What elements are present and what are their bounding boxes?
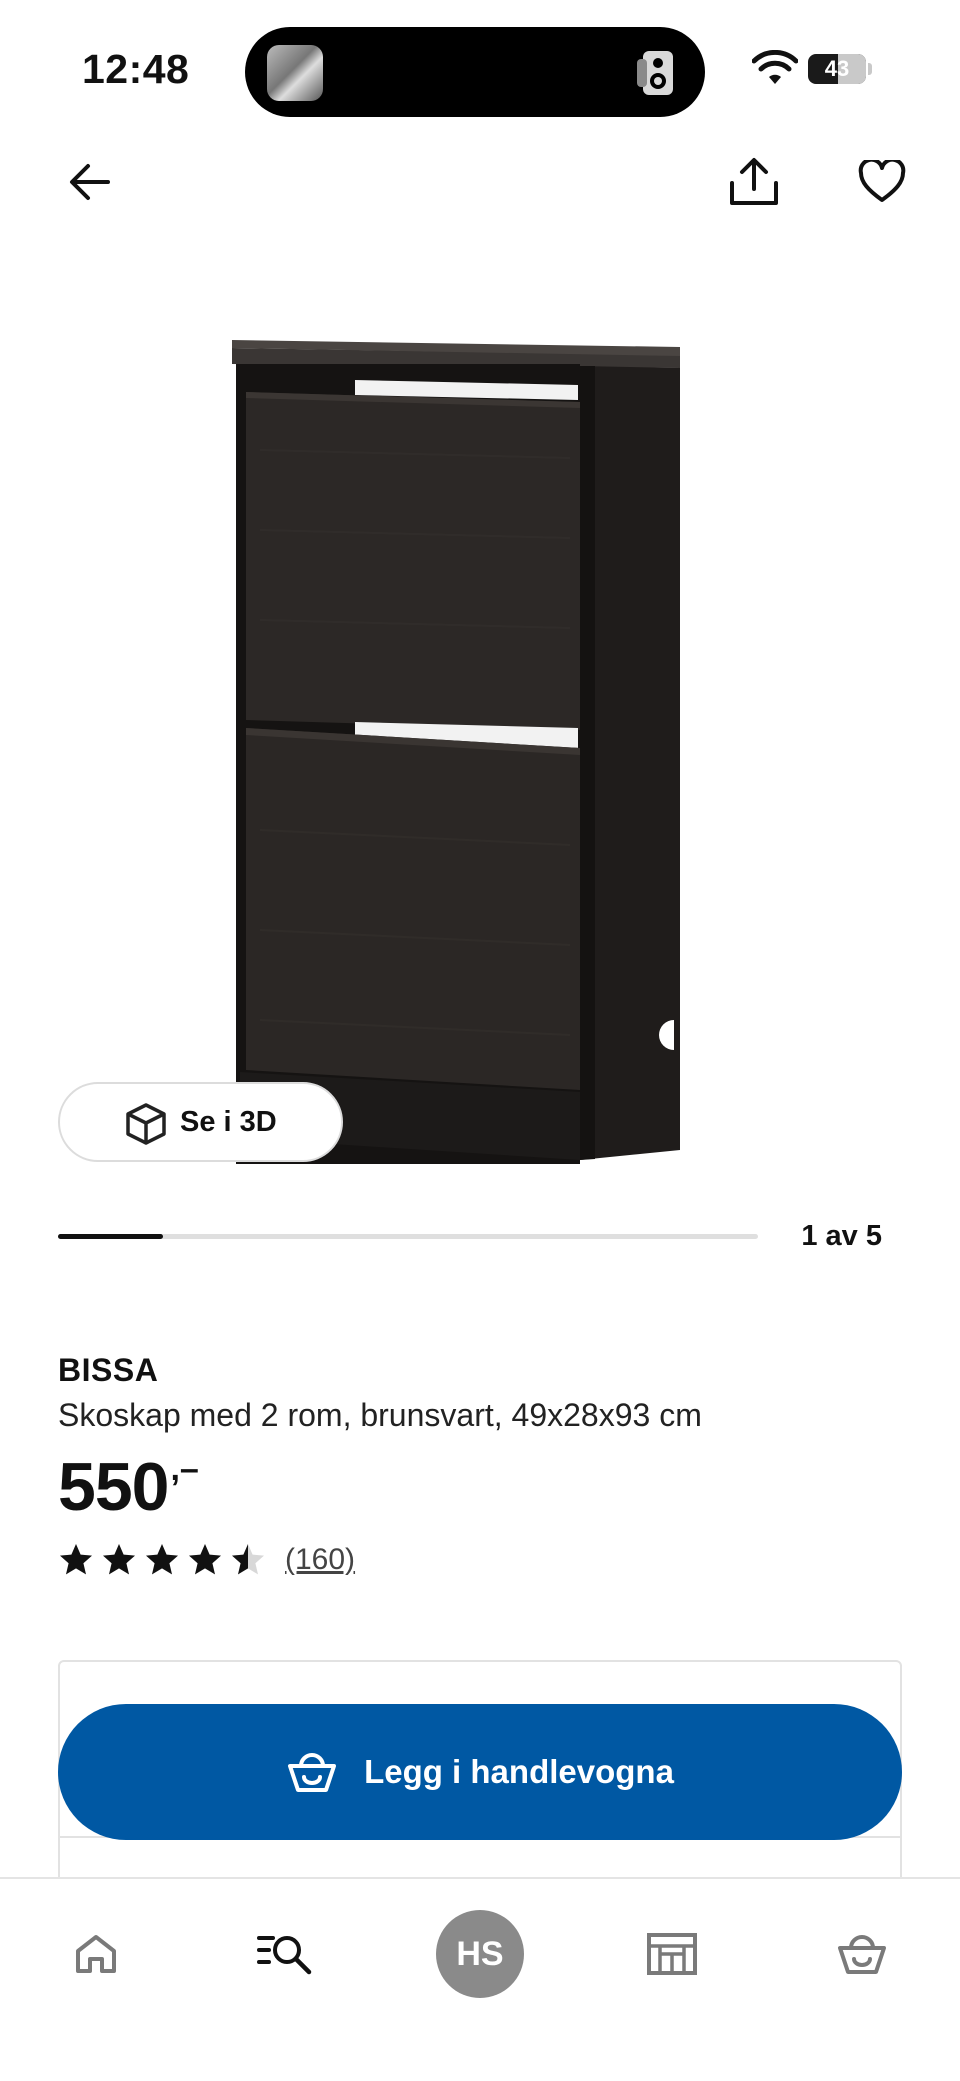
view-3d-button[interactable]: Se i 3D: [58, 1082, 343, 1162]
now-playing-artwork: [267, 45, 323, 101]
price-suffix: ,–: [170, 1450, 199, 1488]
arrow-left-icon: [70, 164, 110, 200]
tab-search[interactable]: [226, 1879, 346, 2029]
back-button[interactable]: [58, 150, 122, 214]
star-icon: [103, 1544, 135, 1575]
status-time: 12:48: [82, 46, 190, 92]
home-icon: [76, 1935, 116, 1973]
product-image[interactable]: [200, 330, 700, 1170]
dynamic-island[interactable]: [245, 27, 705, 117]
tab-stores[interactable]: [612, 1879, 732, 2029]
tab-profile[interactable]: HS: [420, 1879, 540, 2029]
favorite-button[interactable]: [850, 150, 914, 214]
search-list-icon: [257, 1936, 312, 1975]
basket-icon: [838, 1935, 886, 1974]
add-to-cart-label: Legg i handlevogna: [364, 1753, 674, 1790]
store-icon: [647, 1933, 697, 1975]
star-icon: [60, 1544, 92, 1575]
star-icon: [232, 1544, 264, 1575]
star-icon: [189, 1544, 221, 1575]
star-icon: [146, 1544, 178, 1575]
battery-level: 43: [824, 56, 850, 81]
bottom-tab-bar: HS: [0, 1877, 960, 2081]
heart-icon: [858, 160, 906, 202]
review-count-link[interactable]: (160): [285, 1543, 355, 1577]
cube-icon: [126, 1103, 166, 1145]
view-3d-label: Se i 3D: [180, 1105, 277, 1138]
battery-indicator: 43: [808, 54, 866, 84]
tab-cart[interactable]: [802, 1879, 922, 2029]
avatar: HS: [436, 1910, 524, 1998]
rating-stars: [58, 1542, 273, 1578]
share-icon: [730, 158, 778, 205]
product-name: BISSA: [58, 1352, 159, 1388]
status-bar: 12:48 43: [0, 0, 960, 140]
price-amount: 550: [58, 1449, 169, 1525]
product-description: Skoskap med 2 rom, brunsvart, 49x28x93 c…: [58, 1397, 702, 1433]
product-rating[interactable]: (160): [58, 1540, 355, 1580]
speaker-icon: [637, 51, 673, 95]
share-button[interactable]: [722, 150, 786, 214]
add-to-cart-button[interactable]: Legg i handlevogna: [58, 1704, 902, 1840]
tab-home[interactable]: [36, 1879, 156, 2029]
product-price: 550 ,–: [58, 1447, 199, 1527]
gallery-progress-bar: [58, 1234, 758, 1239]
gallery-position-text: 1 av 5: [801, 1220, 882, 1252]
wifi-icon: [752, 50, 798, 84]
basket-icon: [288, 1753, 337, 1792]
gallery-progress-fill: [58, 1234, 163, 1239]
